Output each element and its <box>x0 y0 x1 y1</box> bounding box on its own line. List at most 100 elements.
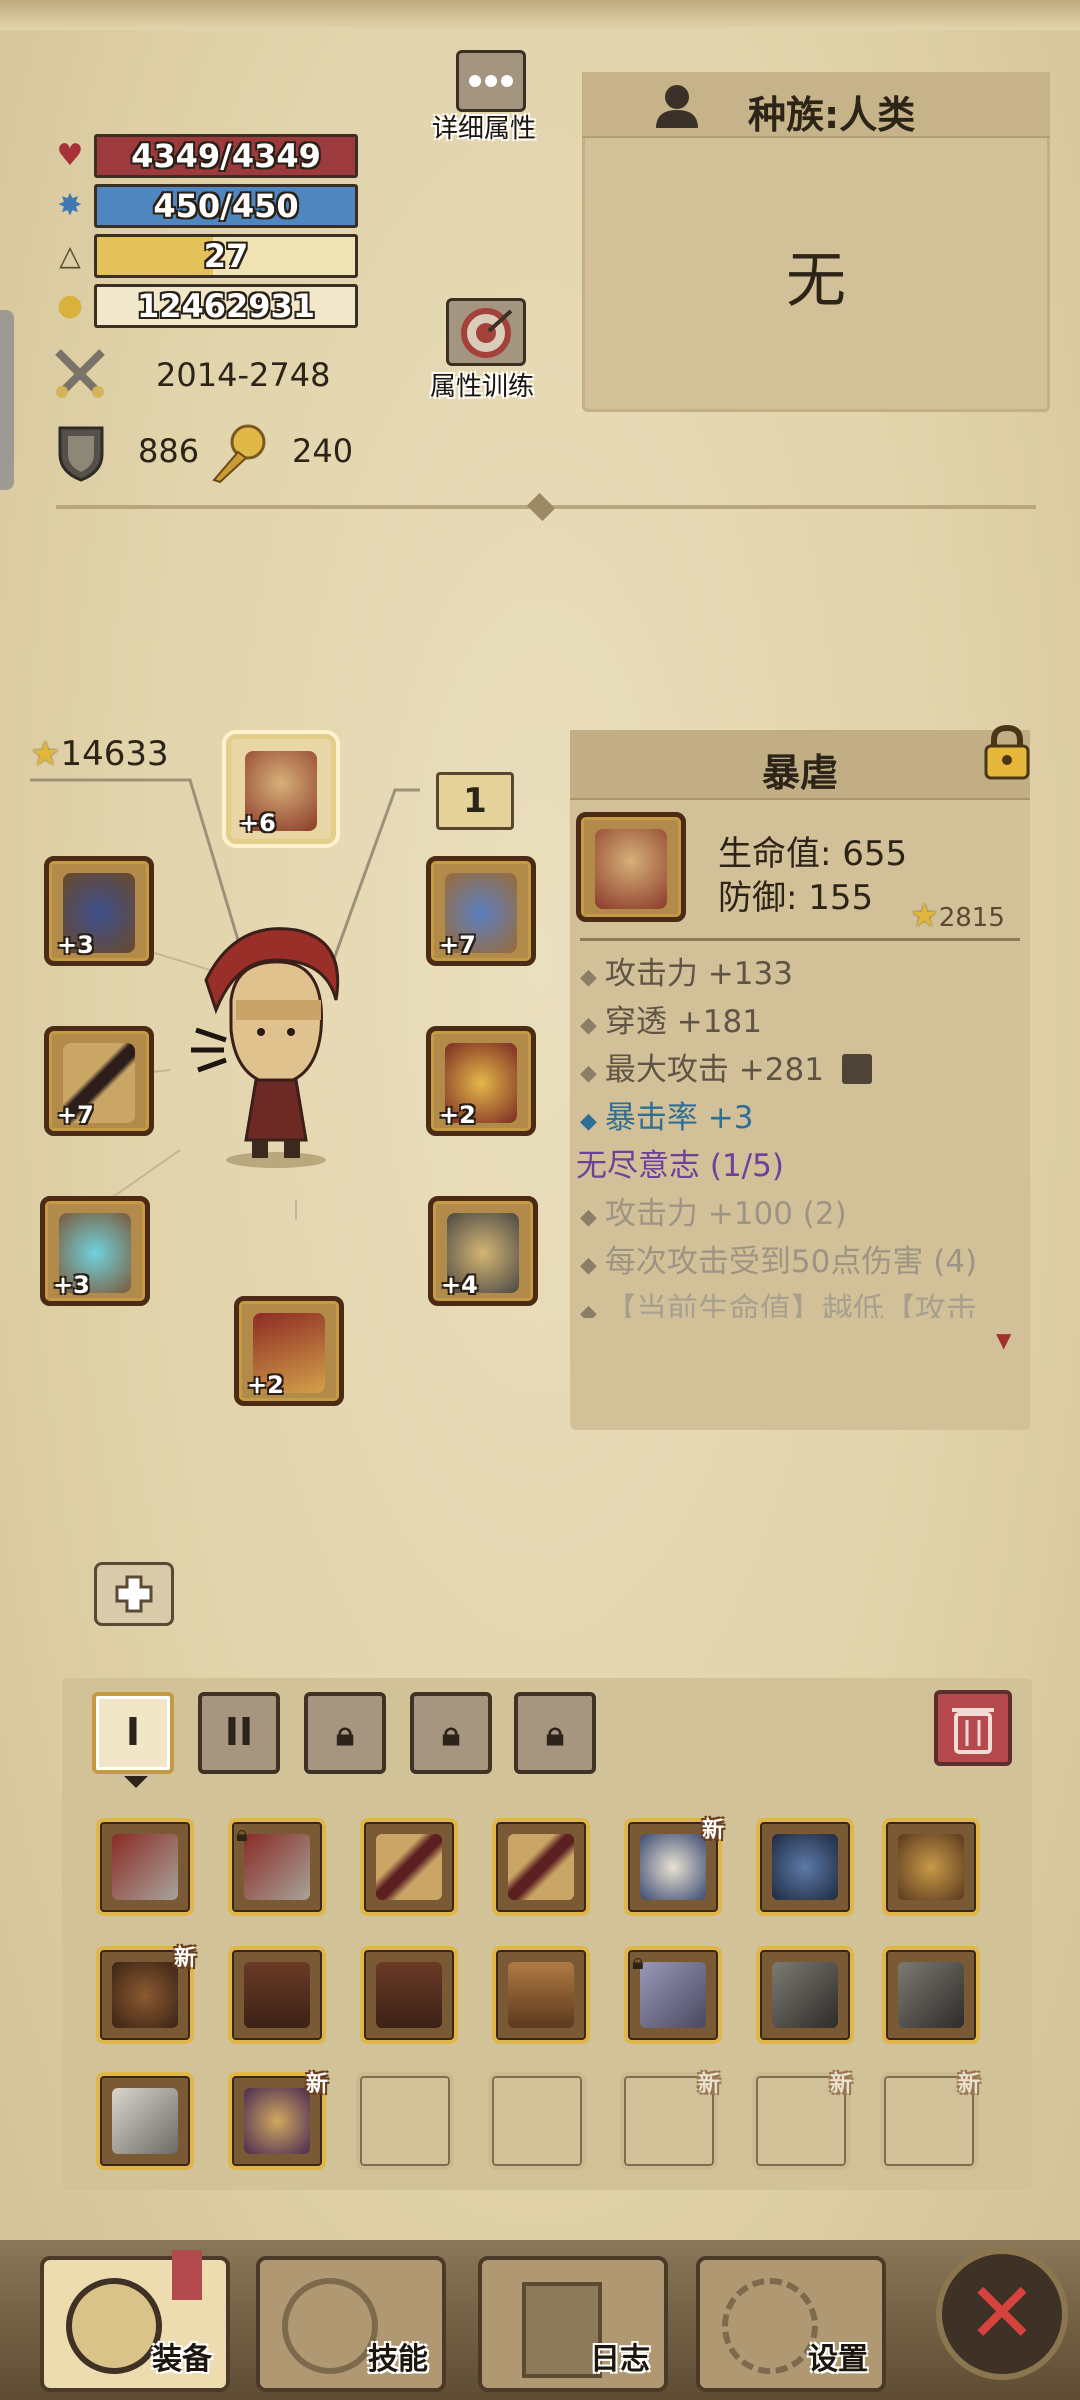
inventory-item[interactable] <box>756 1946 854 2044</box>
hp-bar: 4349/4349 <box>94 134 358 178</box>
gold-value: 12462931 <box>136 287 316 325</box>
amulet-enhance-level: +3 <box>57 931 94 959</box>
race-panel: 种族:人类 无 <box>582 72 1050 412</box>
inventory-item[interactable] <box>228 1946 326 2044</box>
shoulder-slot[interactable]: +2 <box>426 1026 536 1136</box>
padlock-icon: 🔒︎ <box>335 1714 355 1754</box>
gauntlet-icon <box>640 1962 706 2028</box>
inventory-item[interactable] <box>96 2072 194 2170</box>
nav-log[interactable]: 日志 <box>478 2256 668 2392</box>
inventory-item-placeholder <box>488 2072 586 2170</box>
scroll-down-icon[interactable]: ▼ <box>996 1328 1011 1352</box>
inventory-item[interactable]: 🔒︎ <box>228 1818 326 1916</box>
padlock-icon: 🔒︎ <box>632 1950 644 1975</box>
new-badge: 新 <box>701 1818 724 1843</box>
lock-icon[interactable] <box>982 724 1032 780</box>
expand-button[interactable] <box>94 1562 174 1626</box>
xp-bar: 27 <box>94 234 358 278</box>
inventory-item[interactable] <box>756 1818 854 1916</box>
discard-button[interactable] <box>934 1690 1012 1766</box>
inventory-tab-1[interactable]: I <box>92 1692 174 1774</box>
detail-line: ◆ 【当前生命值】越低【攻击 <box>580 1284 977 1318</box>
new-badge: 新 <box>173 1946 196 1971</box>
inventory-item[interactable] <box>492 1946 590 2044</box>
level-icon: △ <box>59 239 81 272</box>
more-dots-icon <box>469 75 513 87</box>
torn-edge-top <box>0 0 1080 30</box>
weapon-slot[interactable]: +7 <box>44 1026 154 1136</box>
new-badge: 新 <box>305 2072 328 2097</box>
detail-line: ◆ 攻击力 +100 (2) <box>580 1196 847 1232</box>
weapon-enhance-level: +7 <box>57 1101 94 1129</box>
helmet-slot[interactable]: +6 <box>226 734 336 844</box>
skill-ring-icon <box>282 2278 378 2374</box>
bracer-icon <box>772 1962 838 2028</box>
inventory-item-placeholder: 新 <box>880 2072 980 2170</box>
detail-line: ◆ 穿透 +181 <box>580 1004 762 1040</box>
attack-value: 2014-2748 <box>156 356 331 394</box>
detail-line-text: 无尽意志 (1/5) <box>576 1148 784 1184</box>
axe-icon <box>112 1834 178 1900</box>
mask-icon <box>244 2088 310 2154</box>
inventory-tab-2[interactable]: II <box>198 1692 280 1774</box>
mp-bar: 450/450 <box>94 184 358 228</box>
new-badge: 新 <box>829 2072 852 2097</box>
inventory-item[interactable]: 新 <box>228 2072 328 2170</box>
inventory-item[interactable] <box>882 1818 980 1916</box>
inventory-item[interactable] <box>882 1946 980 2044</box>
set-bonus-title: 无尽意志 (1/5) <box>576 1140 784 1185</box>
inventory-item[interactable] <box>492 1818 590 1916</box>
inventory-item[interactable] <box>360 1946 458 2044</box>
attribute-training-button[interactable] <box>446 298 526 366</box>
nav-equipment[interactable]: 装备 <box>40 2250 230 2392</box>
race-header: 种族:人类 <box>582 72 1050 138</box>
amulet-slot[interactable]: +3 <box>44 856 154 966</box>
person-icon <box>656 85 698 128</box>
nav-settings-label: 设置 <box>808 2342 868 2377</box>
close-icon: ✕ <box>966 2264 1038 2362</box>
upgrade-arrow-icon[interactable] <box>841 1054 872 1084</box>
inventory-item[interactable] <box>96 1818 194 1916</box>
detail-attributes-label[interactable]: 详细属性 <box>432 108 536 145</box>
side-scroll-handle[interactable] <box>0 310 14 490</box>
mana-icon: ✸ <box>57 188 83 223</box>
inventory-item-placeholder <box>356 2072 454 2170</box>
inventory-item[interactable] <box>360 1818 458 1916</box>
item-detail-panel: 暴虐 生命值: 655 防御: 155 ★2815 ◆ 攻击力 +133 ◆ 穿透 … <box>570 724 1030 1430</box>
shoulder-armor-icon <box>898 1834 964 1900</box>
detail-line-text: 【当前生命值】越低【攻击 <box>604 1292 977 1318</box>
inventory-tab-locked-3[interactable]: 🔒︎ <box>304 1692 386 1774</box>
detail-line: ◆ 暴击率 +3 <box>580 1100 754 1136</box>
necklace-slot[interactable]: +7 <box>426 856 536 966</box>
detail-line: ◆ 每次攻击受到50点伤害 (4) <box>580 1244 978 1280</box>
bracer-enhance-level: +3 <box>53 1271 90 1299</box>
detail-line-text: 穿透 +181 <box>604 1004 762 1040</box>
pants-icon <box>376 1962 442 2028</box>
inventory-tab-locked-5[interactable]: 🔒︎ <box>514 1692 596 1774</box>
inventory-item[interactable]: 新 <box>96 1946 196 2044</box>
set-number-badge[interactable]: 1 <box>436 772 514 830</box>
inventory-item[interactable]: 新 <box>624 1818 724 1916</box>
detail-line-text: 攻击力 +133 <box>604 956 793 992</box>
hero-character <box>191 927 340 1168</box>
attribute-training-label[interactable]: 属性训练 <box>430 366 534 403</box>
boots-slot[interactable]: +2 <box>234 1296 344 1406</box>
close-button[interactable]: ✕ <box>936 2248 1068 2380</box>
bracer-slot[interactable]: +3 <box>40 1196 150 1306</box>
target-icon <box>461 308 513 358</box>
hp-value: 4349/4349 <box>131 137 321 175</box>
detail-score-value: 2815 <box>938 903 1005 933</box>
nav-skills[interactable]: 技能 <box>256 2256 446 2392</box>
nav-settings[interactable]: 设置 <box>696 2256 886 2392</box>
plus-icon <box>115 1575 153 1613</box>
detail-attributes-button[interactable] <box>456 50 526 112</box>
pants-icon <box>244 1962 310 2028</box>
nav-skills-label: 技能 <box>368 2342 428 2377</box>
inventory-tab-locked-4[interactable]: 🔒︎ <box>410 1692 492 1774</box>
inventory-item[interactable]: 🔒︎ <box>624 1946 722 2044</box>
star-icon: ★ <box>30 734 61 774</box>
magic-value: 240 <box>292 432 354 470</box>
detail-separator <box>580 938 1020 941</box>
axe-icon <box>244 1834 310 1900</box>
armor-slot[interactable]: +4 <box>428 1196 538 1306</box>
